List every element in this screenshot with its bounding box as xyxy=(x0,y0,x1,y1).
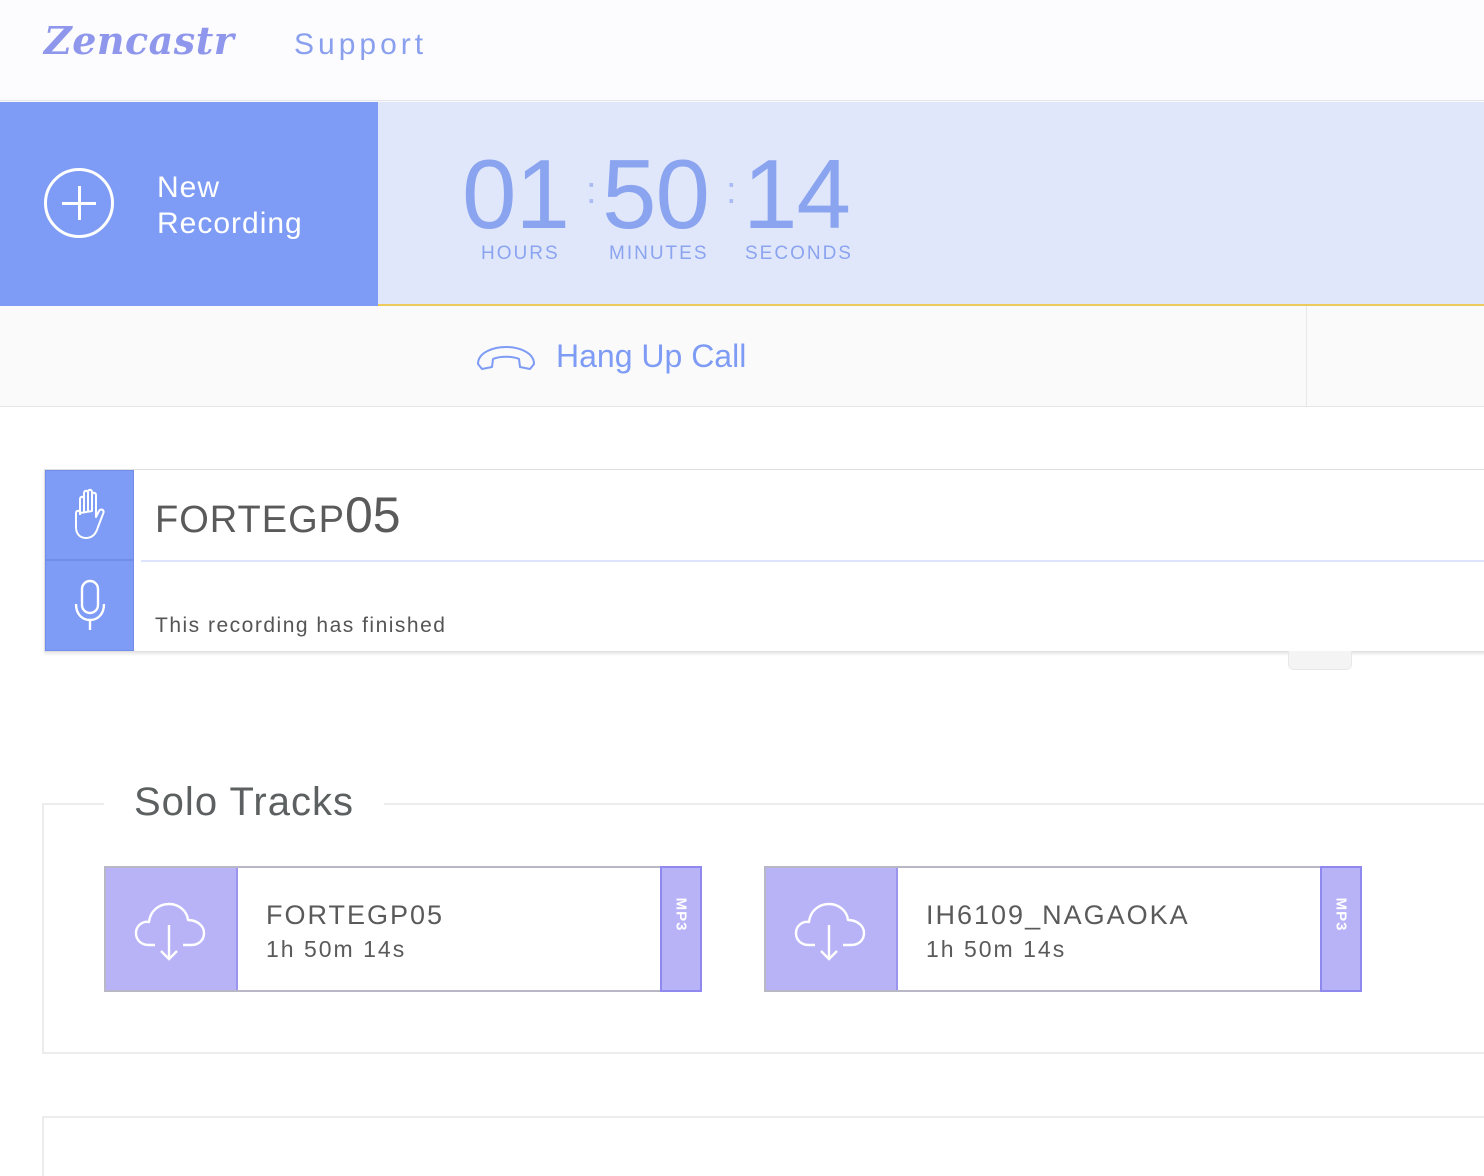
timer-seconds: 14 xyxy=(743,139,851,249)
timer-hours: 01 xyxy=(462,139,570,249)
divider xyxy=(141,560,1484,562)
phone-hangup-icon xyxy=(477,346,535,370)
track-duration: 1h 50m 14s xyxy=(266,936,407,962)
track-download-button[interactable] xyxy=(766,868,898,990)
cloud-download-icon xyxy=(134,902,206,961)
next-section xyxy=(42,1116,1484,1176)
hang-up-label: Hang Up Call xyxy=(556,338,747,374)
cloud-download-icon xyxy=(794,902,866,961)
new-recording-button[interactable]: New Recording xyxy=(0,102,378,306)
new-recording-label: New Recording xyxy=(157,170,303,242)
track-format-button[interactable]: MP3 xyxy=(1320,866,1362,992)
recording-card: FORTEGP05 This recording has finished xyxy=(44,469,1484,652)
hand-icon xyxy=(74,488,104,539)
recording-title: FORTEGP05 xyxy=(155,486,401,544)
card-expand-tab[interactable] xyxy=(1288,651,1352,670)
timer-seconds-label: SECONDS xyxy=(745,243,853,264)
track-name: FORTEGP05 xyxy=(266,900,445,930)
new-recording-label-line1: New xyxy=(157,171,221,204)
recording-timer: 01 : 50 : 14 HOURS MINUTES SECONDS xyxy=(378,102,1484,306)
track-duration: 1h 50m 14s xyxy=(926,936,1067,962)
divider xyxy=(1306,306,1307,406)
hand-button[interactable] xyxy=(45,470,134,560)
call-controls: Hang Up Call xyxy=(0,306,1484,407)
track-format-label: MP3 xyxy=(672,897,690,932)
microphone-button[interactable] xyxy=(45,560,134,651)
nav-support-link[interactable]: Support xyxy=(294,28,427,62)
track-format-button[interactable]: MP3 xyxy=(660,866,702,992)
track-name: IH6109_NAGAOKA xyxy=(926,900,1190,930)
track-download-button[interactable] xyxy=(106,868,238,990)
new-recording-label-line2: Recording xyxy=(157,207,303,240)
recording-status: This recording has finished xyxy=(155,614,447,637)
timer-colon: : xyxy=(586,170,597,212)
timer-hours-label: HOURS xyxy=(481,243,560,264)
track-card[interactable]: FORTEGP05 1h 50m 14s MP3 xyxy=(104,866,702,992)
timer-minutes-label: MINUTES xyxy=(609,243,709,264)
solo-tracks-title: Solo Tracks xyxy=(104,780,384,825)
timer-colon: : xyxy=(726,170,737,212)
plus-circle-icon xyxy=(44,168,114,238)
track-card[interactable]: IH6109_NAGAOKA 1h 50m 14s MP3 xyxy=(764,866,1362,992)
track-format-label: MP3 xyxy=(1332,897,1350,932)
microphone-icon xyxy=(74,579,105,630)
timer-minutes: 50 xyxy=(602,139,710,249)
top-nav: Zencastr Support xyxy=(0,0,1484,101)
logo[interactable]: Zencastr xyxy=(44,18,234,63)
recording-title-number: 05 xyxy=(345,487,401,543)
recording-title-prefix: FORTEGP xyxy=(155,499,345,541)
